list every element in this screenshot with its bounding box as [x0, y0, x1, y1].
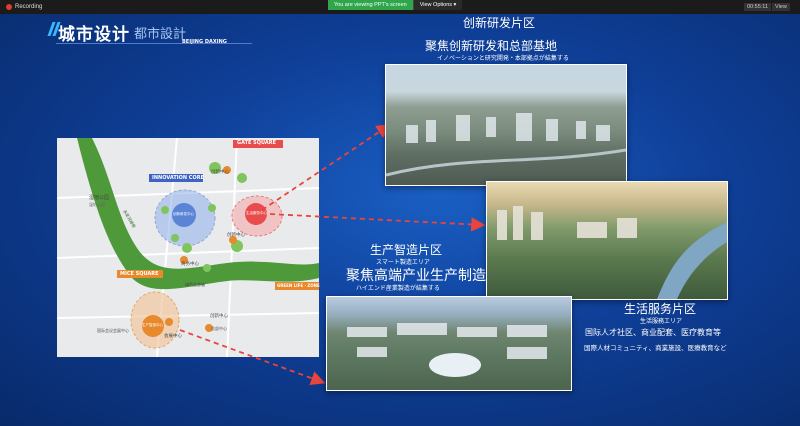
- aerial-render: [386, 113, 626, 177]
- manufacturing-zone-photo: [326, 296, 572, 391]
- service-zone-photo: [486, 181, 728, 300]
- service-zone-title-jp: 生活服務エリア: [640, 318, 683, 325]
- manufacturing-zone-title: 生产智造片区: [370, 243, 443, 257]
- service-zone-title: 生活服务片区: [624, 302, 697, 316]
- service-zone-heading: 国际人才社区、商业配套、医疗教育等: [585, 328, 721, 337]
- manufacturing-zone-jp: ハイエンド産業製造が結集する: [356, 285, 440, 292]
- arrow-to-manufacturing: [179, 329, 326, 386]
- aerial-render: [347, 323, 547, 377]
- manufacturing-zone-heading: 聚焦高端产业生产制造: [346, 268, 486, 284]
- arrow-to-research: [261, 124, 391, 211]
- aerial-render: [497, 206, 727, 299]
- research-zone-heading: 聚焦创新研发和总部基地: [425, 39, 558, 53]
- research-zone-title: 创新研发片区: [463, 16, 536, 30]
- arrow-to-service: [269, 213, 486, 232]
- research-zone-photo: [385, 64, 627, 186]
- research-zone-jp: イノベーションと研究開発・本部拠点が結集する: [437, 55, 569, 62]
- service-zone-jp: 国際人材コミュニティ、商業施設、医療教育など: [584, 344, 727, 352]
